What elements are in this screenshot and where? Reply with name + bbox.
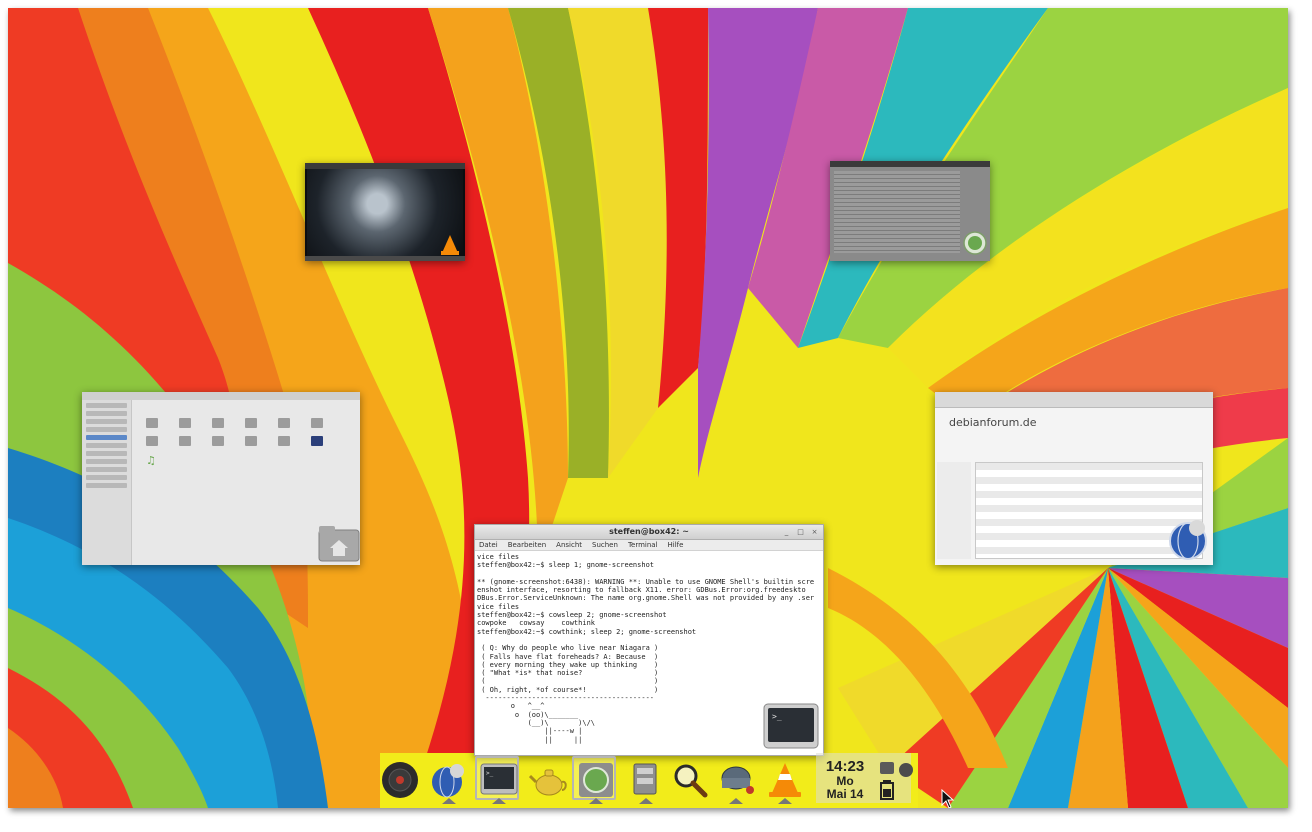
vlc-icon (441, 235, 459, 255)
dock-item-screenshot[interactable] (716, 760, 756, 804)
teapot-icon (528, 769, 567, 796)
torrent-icon (579, 763, 613, 797)
folder-icon (179, 418, 191, 428)
menu-ansicht[interactable]: Ansicht (556, 540, 582, 550)
clock[interactable]: 14:23 Mo Mai 14 (820, 759, 870, 801)
music-file-icon: ♫ (146, 454, 156, 467)
dock-item-torrent[interactable] (572, 756, 616, 804)
player-controls (305, 256, 465, 261)
browser-icon (432, 764, 464, 798)
clock-time: 14:23 (825, 758, 865, 775)
folder-icon (278, 418, 290, 428)
vlc-icon (769, 763, 801, 797)
dock-item-browser[interactable] (429, 760, 469, 804)
running-indicator (589, 798, 603, 804)
menu-bar: Datei Bearbeiten Ansicht Suchen Terminal… (475, 540, 823, 551)
folder-icon (179, 436, 191, 446)
forum-sidebar (937, 462, 971, 559)
running-indicator (492, 798, 506, 804)
dock-item-music[interactable] (380, 760, 420, 800)
clock-date: Mai 14 (826, 787, 864, 801)
folder-icon (146, 418, 158, 428)
terminal-app-icon: >_ (763, 703, 819, 749)
video-frame (307, 169, 463, 256)
desktop-screen: ♫ debianforum.de steffen@box42: ~ _ □ × (8, 8, 1288, 808)
folder-icon (245, 436, 257, 446)
browser-app-icon (1169, 520, 1207, 560)
window-titlebar[interactable]: steffen@box42: ~ _ □ × (475, 525, 823, 540)
torrent-app-icon (963, 231, 987, 255)
menu-hilfe[interactable]: Hilfe (668, 540, 684, 550)
torrent-list (834, 171, 960, 253)
folder-icon (212, 418, 224, 428)
browser-window-thumb[interactable]: debianforum.de (935, 392, 1213, 565)
folder-icon (311, 436, 323, 446)
mouse-cursor (941, 789, 955, 808)
terminal-window[interactable]: steffen@box42: ~ _ □ × Datei Bearbeiten … (474, 524, 824, 756)
svg-text:>_: >_ (486, 770, 494, 777)
minimize-button[interactable]: _ (782, 528, 791, 537)
window-titlebar (82, 392, 360, 400)
dock-item-vlc[interactable] (765, 760, 805, 804)
close-button[interactable]: × (810, 528, 819, 537)
file-manager-window-thumb[interactable]: ♫ (82, 392, 360, 565)
running-indicator (639, 798, 653, 804)
home-folder-icon (318, 526, 360, 562)
terminal-icon: >_ (480, 763, 518, 795)
dock-item-teapot[interactable] (528, 760, 569, 800)
window-title: steffen@box42: ~ (609, 527, 689, 536)
menu-terminal[interactable]: Terminal (628, 540, 658, 550)
folder-icon (146, 436, 158, 446)
maximize-button[interactable]: □ (796, 528, 805, 537)
running-indicator (778, 798, 792, 804)
running-indicator (729, 798, 743, 804)
folder-icon (278, 436, 290, 446)
dock-item-search[interactable] (670, 760, 710, 800)
dock-item-terminal[interactable]: >_ (475, 756, 519, 804)
site-logo: debianforum.de (949, 416, 1037, 429)
torrent-window-thumb[interactable] (830, 161, 990, 261)
file-manager-icon (633, 763, 657, 795)
menu-bearbeiten[interactable]: Bearbeiten (508, 540, 546, 550)
folder-icon (212, 436, 224, 446)
svg-text:>_: >_ (772, 712, 782, 721)
menu-suchen[interactable]: Suchen (592, 540, 618, 550)
window-titlebar (830, 161, 990, 167)
battery-icon[interactable] (880, 780, 894, 800)
folder-icon (245, 418, 257, 428)
browser-toolbar (935, 392, 1213, 408)
search-icon (674, 764, 708, 798)
menu-datei[interactable]: Datei (479, 540, 498, 550)
folder-icon (311, 418, 323, 428)
running-indicator (442, 798, 456, 804)
video-player-window-thumb[interactable] (305, 163, 465, 261)
dock-item-files[interactable] (626, 760, 666, 804)
places-sidebar (82, 400, 132, 565)
screenshot-icon (721, 766, 754, 794)
chat-icon[interactable] (878, 760, 918, 780)
music-player-icon (382, 762, 418, 798)
